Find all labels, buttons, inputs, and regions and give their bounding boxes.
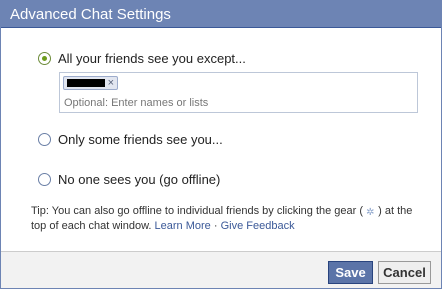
link-separator: · [213,220,218,232]
option-label: All your friends see you except... [58,51,246,66]
tip-text-before: Tip: You can also go offline to individu… [31,205,364,217]
tip-text: Tip: You can also go offline to individu… [31,204,426,234]
dialog-footer: Save Cancel [1,251,441,288]
option-go-offline[interactable]: No one sees you (go offline) [38,172,220,187]
learn-more-link[interactable]: Learn More [155,220,211,232]
save-button[interactable]: Save [328,261,373,284]
dialog-title: Advanced Chat Settings [1,1,441,28]
radio-all-friends-except[interactable] [38,52,51,65]
radio-go-offline[interactable] [38,173,51,186]
advanced-chat-settings-dialog: Advanced Chat Settings All your friends … [0,0,442,289]
redacted-name [67,79,105,87]
token-remove-icon[interactable]: × [108,75,114,91]
friend-token[interactable]: × [63,76,118,90]
option-label: Only some friends see you... [58,132,223,147]
give-feedback-link[interactable]: Give Feedback [221,220,295,232]
option-all-friends-except[interactable]: All your friends see you except... [38,51,246,66]
option-some-friends[interactable]: Only some friends see you... [38,132,223,147]
radio-some-friends[interactable] [38,133,51,146]
cancel-button[interactable]: Cancel [378,261,431,284]
gear-icon: ✲ [366,207,375,218]
except-names-input[interactable]: × Optional: Enter names or lists [59,72,418,113]
option-label: No one sees you (go offline) [58,172,221,187]
except-input-placeholder: Optional: Enter names or lists [64,97,209,109]
